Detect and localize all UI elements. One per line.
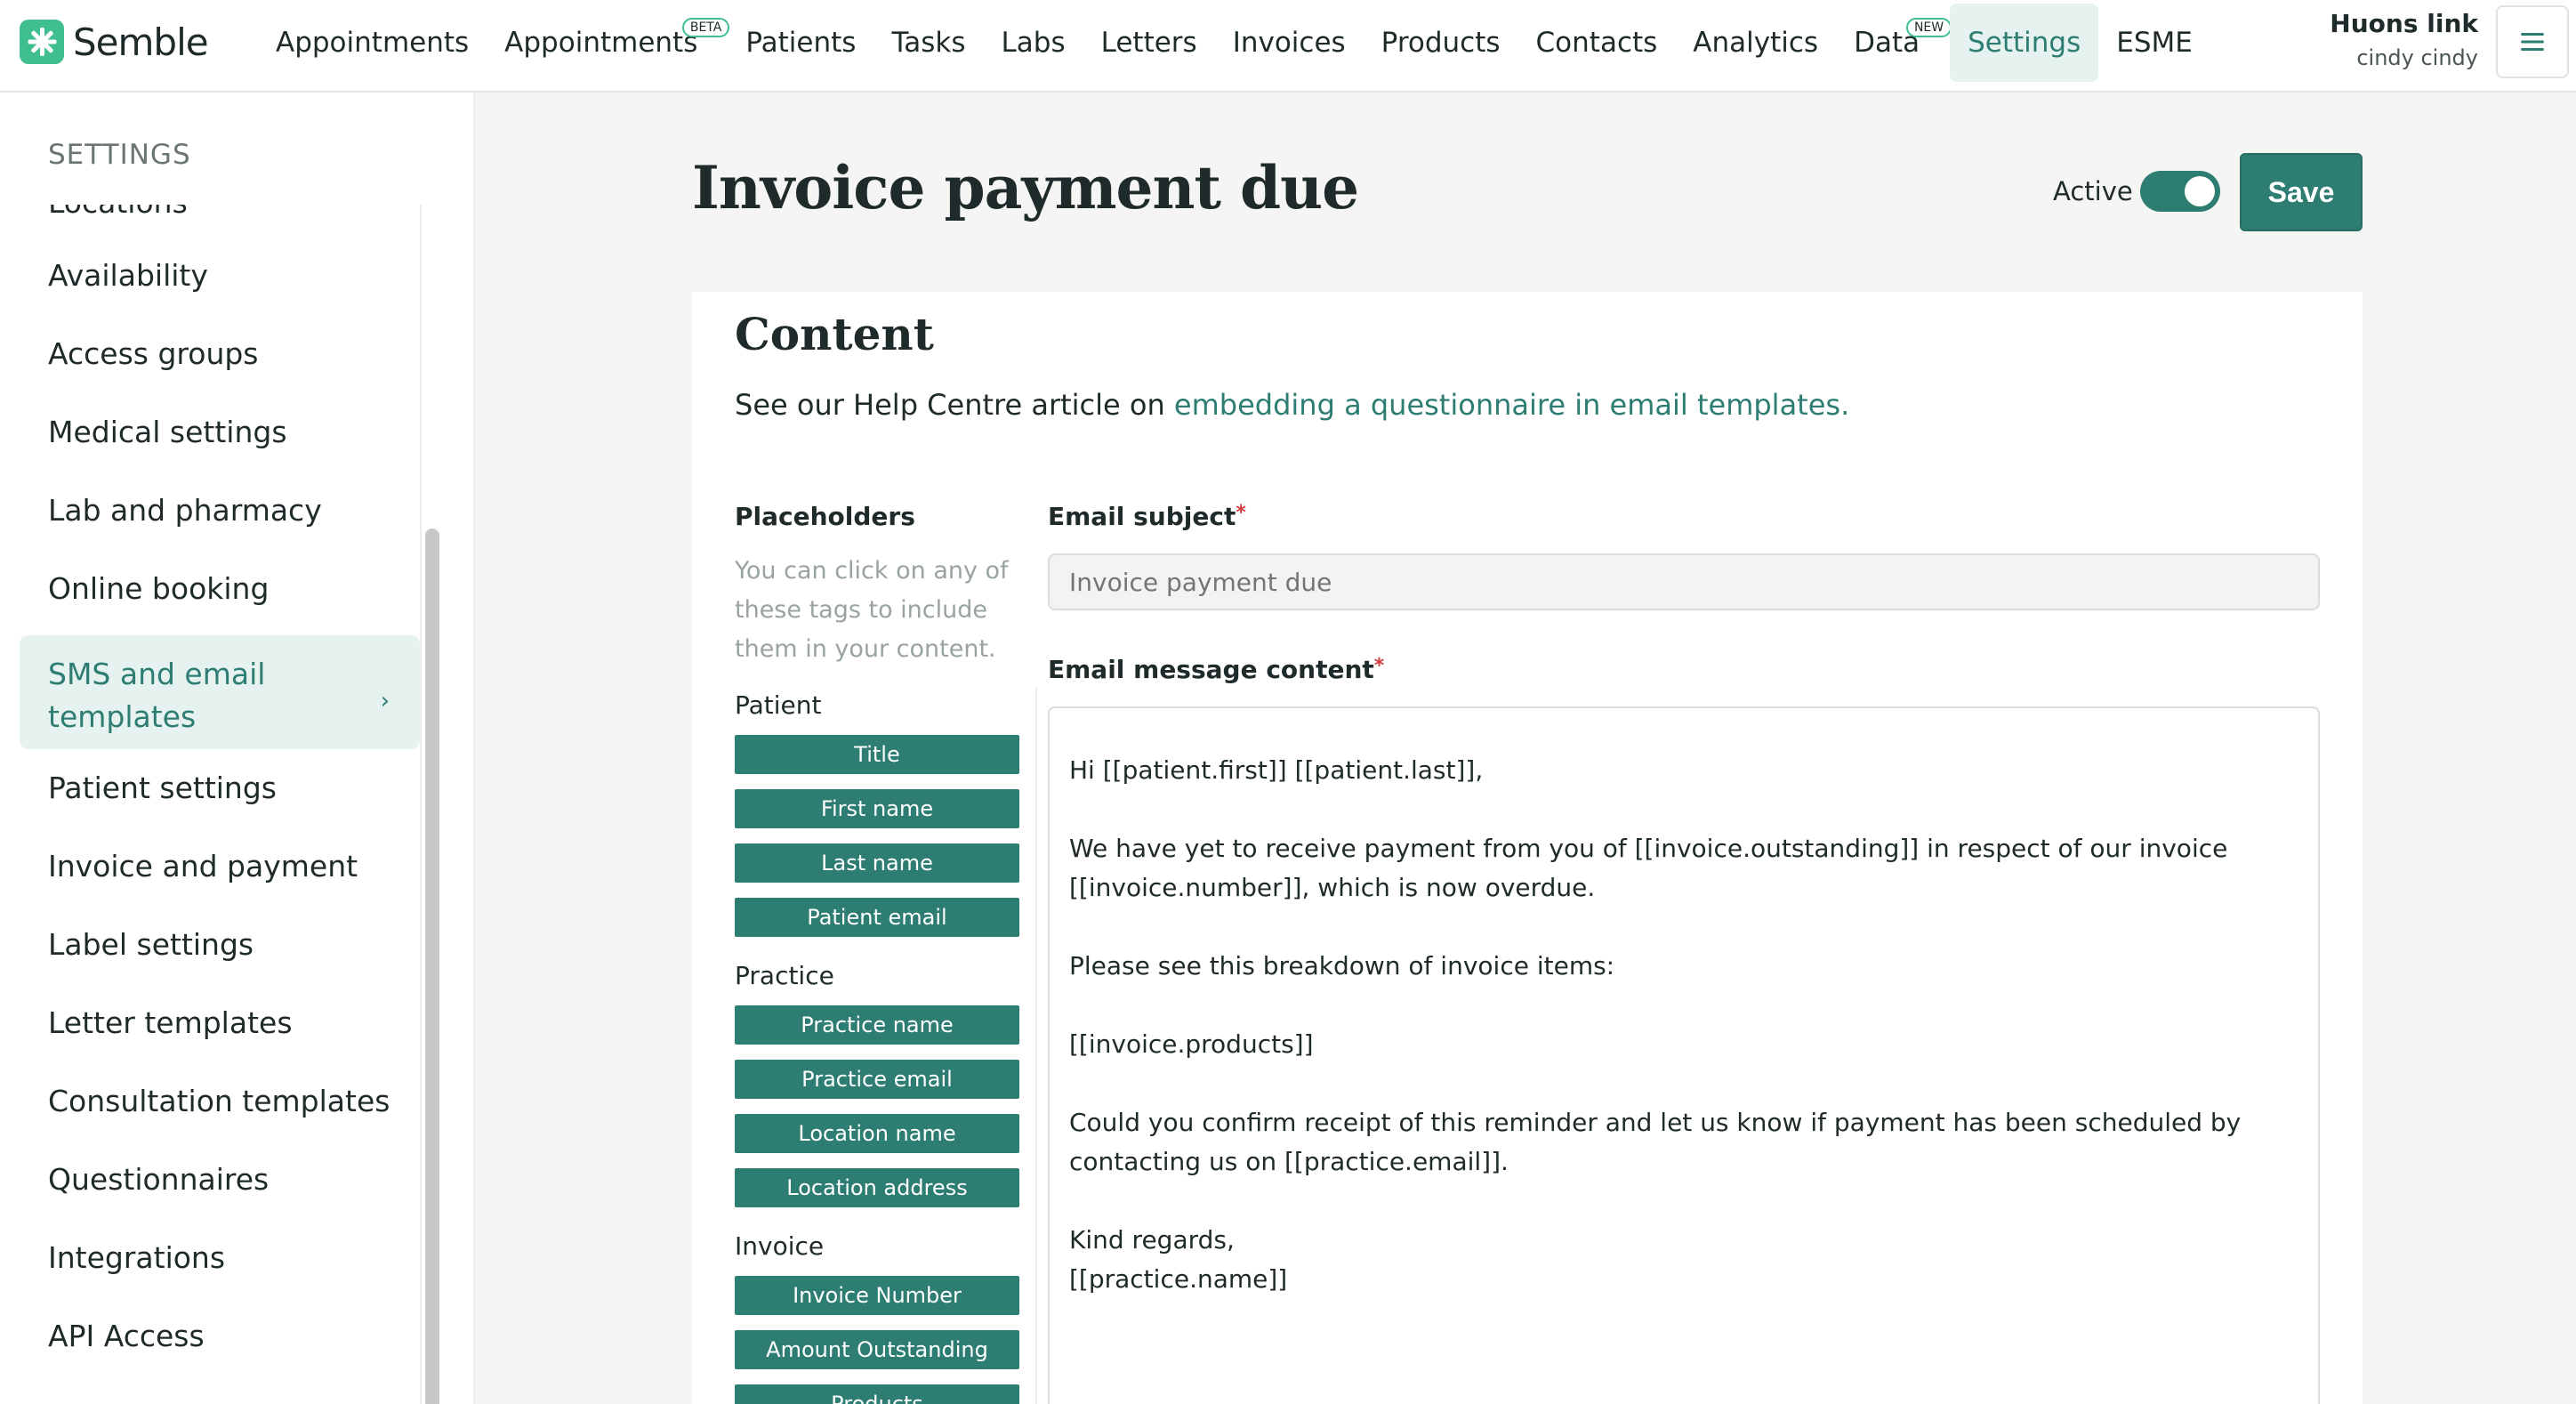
placeholders-description: You can click on any of these tags to in… xyxy=(735,557,1009,663)
brand-name: Semble xyxy=(73,20,209,64)
nav-label: Tasks xyxy=(891,27,966,59)
content-card: Content See our Help Centre article on e… xyxy=(692,292,2363,1404)
sidebar-item-label: SMS and email templates xyxy=(48,657,266,734)
sidebar-item-lab-and-pharmacy[interactable]: Lab and pharmacy xyxy=(20,493,420,528)
email-message-label: Email message content* xyxy=(1048,655,1384,684)
sidebar-item-locations[interactable]: Locations xyxy=(20,205,420,220)
tag-location-address[interactable]: Location address xyxy=(735,1168,1019,1207)
help-centre-link[interactable]: embedding a questionnaire in email templ… xyxy=(1174,388,1849,422)
required-mark: * xyxy=(1236,502,1246,524)
placeholder-group-patient: Patient xyxy=(735,690,822,720)
email-subject-input[interactable] xyxy=(1048,553,2320,610)
settings-sidebar: SETTINGS Locations Availability Access g… xyxy=(0,93,475,1404)
nav-contacts[interactable]: Contacts xyxy=(1518,4,1676,82)
nav-label: Analytics xyxy=(1693,27,1819,59)
sidebar-item-questionnaires[interactable]: Questionnaires xyxy=(20,1162,420,1197)
tag-patient-title[interactable]: Title xyxy=(735,735,1019,774)
nav-label: Labs xyxy=(1001,27,1066,59)
nav-label: Invoices xyxy=(1232,27,1346,59)
nav-label: Appointments xyxy=(504,27,698,59)
message-paragraph: Kind regards, [[practice.name]] xyxy=(1069,1225,1288,1294)
message-paragraph: [[invoice.products]] xyxy=(1069,1029,1314,1059)
sidebar-item-medical-settings[interactable]: Medical settings xyxy=(20,415,420,449)
active-toggle[interactable] xyxy=(2140,171,2220,212)
user-account[interactable]: Huons link cindy cindy xyxy=(2330,9,2478,70)
nav-label: Products xyxy=(1381,27,1501,59)
sidebar-title: SETTINGS xyxy=(48,139,191,171)
sidebar-item-letter-templates[interactable]: Letter templates xyxy=(20,1005,420,1040)
message-paragraph: Could you confirm receipt of this remind… xyxy=(1069,1108,2250,1176)
sidebar-item-label-settings[interactable]: Label settings xyxy=(20,927,420,962)
active-label: Active xyxy=(2053,176,2133,206)
sidebar-item-access-groups[interactable]: Access groups xyxy=(20,336,420,371)
tag-amount-outstanding[interactable]: Amount Outstanding xyxy=(735,1330,1019,1369)
sidebar-item-availability[interactable]: Availability xyxy=(20,258,420,293)
main-nav: Appointments Appointments BETA Patients T… xyxy=(258,0,2210,85)
column-divider xyxy=(1035,687,1037,1404)
nav-esme[interactable]: ESME xyxy=(2098,4,2210,82)
email-message-editor[interactable]: Hi [[patient.first]] [[patient.last]], W… xyxy=(1048,706,2320,1404)
nav-letters[interactable]: Letters xyxy=(1083,4,1215,82)
nav-products[interactable]: Products xyxy=(1364,4,1518,82)
nav-labs[interactable]: Labs xyxy=(984,4,1083,82)
nav-label: Contacts xyxy=(1535,27,1658,59)
help-prefix: See our Help Centre article on xyxy=(735,388,1174,422)
nav-label: Settings xyxy=(1968,27,2081,59)
new-badge: NEW xyxy=(1905,18,1952,37)
user-name: cindy cindy xyxy=(2356,45,2478,70)
page-title: Invoice payment due xyxy=(692,153,1359,222)
sidebar-list[interactable]: Locations Availability Access groups Med… xyxy=(0,205,423,1370)
sidebar-item-online-booking[interactable]: Online booking xyxy=(20,571,420,606)
top-navigation-bar: Semble Appointments Appointments BETA Pat… xyxy=(0,0,2576,93)
placeholder-group-practice: Practice xyxy=(735,961,834,990)
required-mark: * xyxy=(1373,655,1385,677)
tag-practice-email[interactable]: Practice email xyxy=(735,1060,1019,1099)
nav-invoices[interactable]: Invoices xyxy=(1215,4,1364,82)
message-paragraph: Please see this breakdown of invoice ite… xyxy=(1069,951,1615,980)
semble-logo-icon xyxy=(20,20,64,64)
sidebar-item-patient-settings[interactable]: Patient settings xyxy=(20,771,420,805)
sidebar-item-invoice-and-payment[interactable]: Invoice and payment xyxy=(20,849,420,884)
save-button[interactable]: Save xyxy=(2240,153,2363,231)
sidebar-item-sms-and-email-templates[interactable]: SMS and email templates › xyxy=(20,635,420,749)
nav-label: ESME xyxy=(2116,27,2193,59)
sidebar-scrollbar-thumb[interactable] xyxy=(425,529,439,1404)
tag-products[interactable]: Products xyxy=(735,1384,1019,1404)
help-text: See our Help Centre article on embedding… xyxy=(735,388,1849,422)
nav-analytics[interactable]: Analytics xyxy=(1675,4,1836,82)
nav-tasks[interactable]: Tasks xyxy=(873,4,983,82)
nav-label: Letters xyxy=(1100,27,1197,59)
sidebar-item-integrations[interactable]: Integrations xyxy=(20,1240,420,1275)
nav-appointments-beta[interactable]: Appointments BETA xyxy=(487,4,730,82)
tag-patient-email[interactable]: Patient email xyxy=(735,898,1019,937)
tag-location-name[interactable]: Location name xyxy=(735,1114,1019,1153)
sidebar-item-api-access[interactable]: API Access xyxy=(20,1319,420,1353)
email-subject-label: Email subject* xyxy=(1048,502,1246,531)
nav-settings[interactable]: Settings xyxy=(1950,4,2099,82)
hamburger-icon xyxy=(2521,32,2544,52)
tag-invoice-number[interactable]: Invoice Number xyxy=(735,1276,1019,1315)
content-title: Content xyxy=(735,308,934,360)
hamburger-menu-button[interactable] xyxy=(2496,5,2569,78)
chevron-right-icon: › xyxy=(380,688,390,714)
placeholders-title: Placeholders xyxy=(735,502,915,531)
toggle-knob xyxy=(2185,176,2215,206)
email-subject-label-text: Email subject xyxy=(1048,502,1236,531)
tag-practice-name[interactable]: Practice name xyxy=(735,1005,1019,1045)
message-paragraph: Hi [[patient.first]] [[patient.last]], xyxy=(1069,755,1484,785)
nav-appointments[interactable]: Appointments xyxy=(258,4,487,82)
nav-data[interactable]: Data NEW xyxy=(1836,4,1952,82)
email-message-label-text: Email message content xyxy=(1048,655,1374,684)
placeholder-group-invoice: Invoice xyxy=(735,1231,825,1261)
tag-patient-last-name[interactable]: Last name xyxy=(735,843,1019,883)
tag-patient-first-name[interactable]: First name xyxy=(735,789,1019,828)
message-paragraph: We have yet to receive payment from you … xyxy=(1069,834,2236,902)
practice-name: Huons link xyxy=(2330,9,2478,38)
nav-label: Patients xyxy=(745,27,857,59)
nav-patients[interactable]: Patients xyxy=(728,4,873,82)
sidebar-item-consultation-templates[interactable]: Consultation templates xyxy=(20,1084,420,1118)
beta-badge: BETA xyxy=(681,18,730,37)
semble-logo[interactable]: Semble xyxy=(20,20,209,64)
nav-label: Appointments xyxy=(276,27,470,59)
